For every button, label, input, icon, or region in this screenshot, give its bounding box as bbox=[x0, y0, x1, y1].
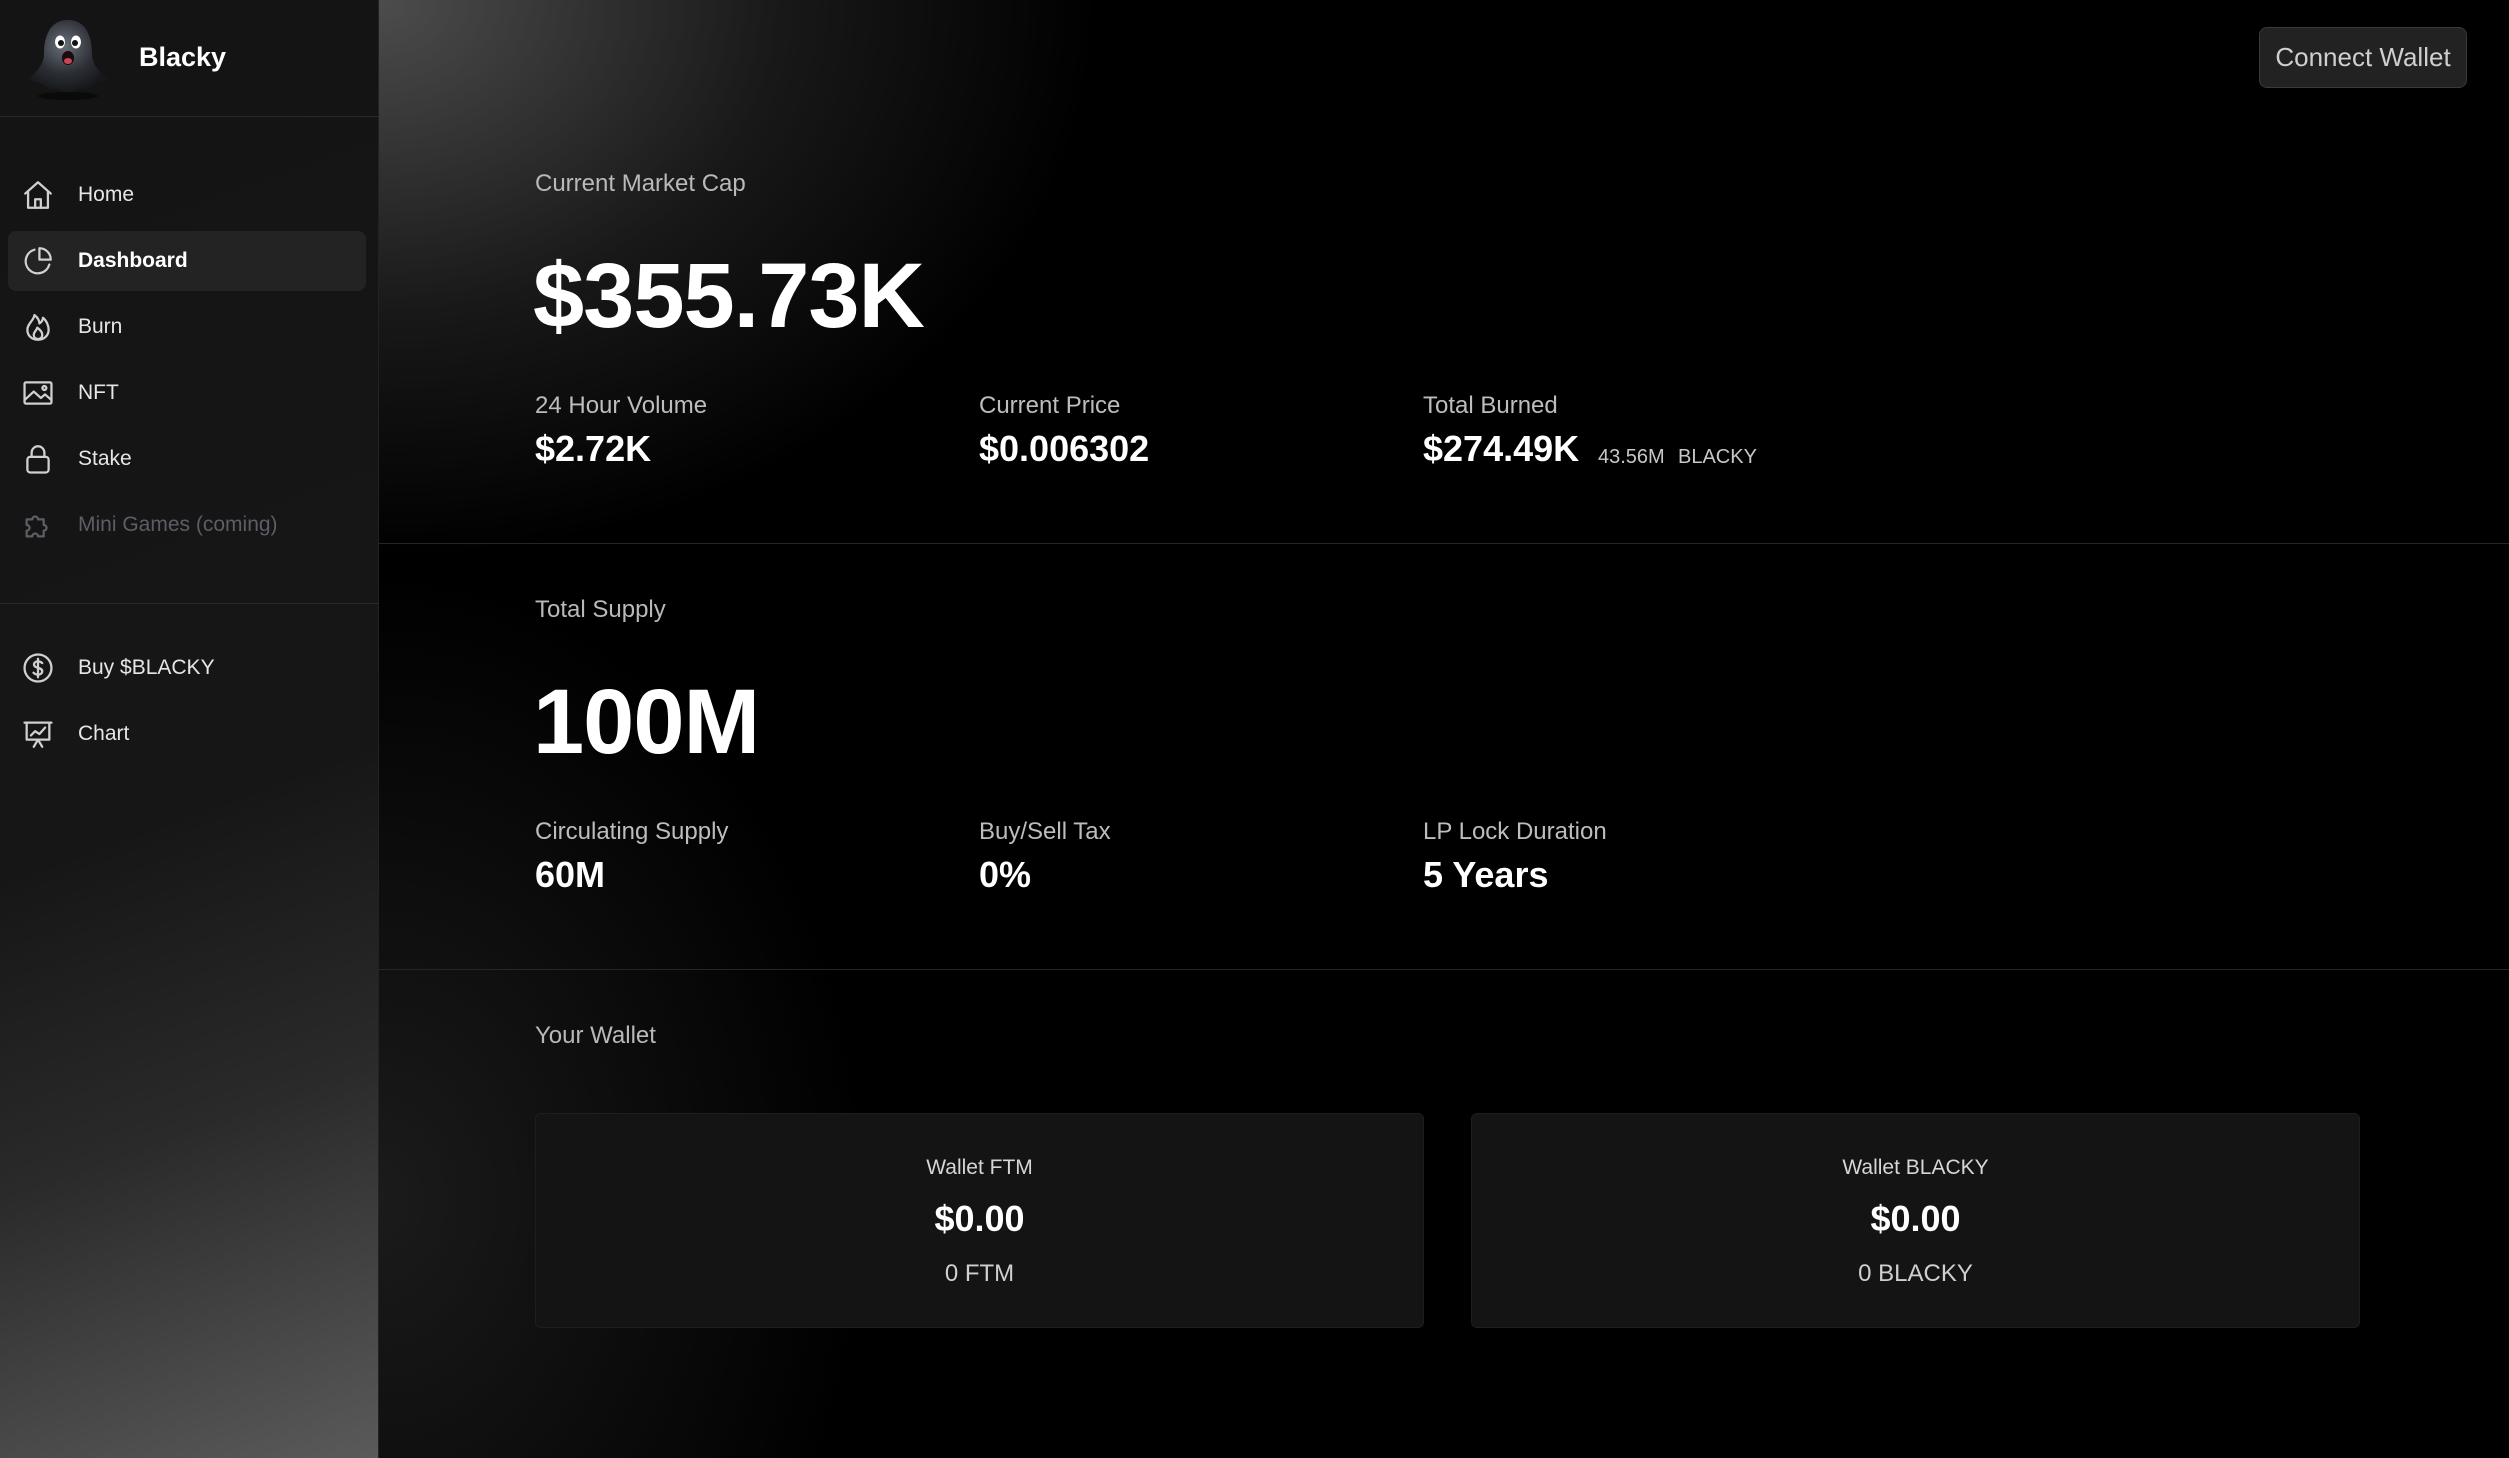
market-cap-label: Current Market Cap bbox=[535, 170, 746, 197]
brand-header[interactable]: Blacky bbox=[0, 0, 379, 117]
wallet-ftm-card: Wallet FTM $0.00 0 FTM bbox=[535, 1113, 1424, 1328]
price-value: $0.006302 bbox=[979, 428, 1150, 469]
wallet-card-value: $0.00 bbox=[1870, 1198, 1961, 1239]
wallet-card-label: Wallet BLACKY bbox=[1842, 1156, 1989, 1179]
burned-token-unit: BLACKY bbox=[1678, 446, 1757, 468]
image-icon bbox=[21, 376, 55, 410]
sidebar-item-mini-games[interactable]: Mini Games (coming) bbox=[8, 495, 366, 555]
sidebar-item-label: Stake bbox=[78, 447, 132, 470]
sidebar-item-home[interactable]: Home bbox=[8, 165, 366, 225]
brand-name: Blacky bbox=[139, 42, 227, 72]
sidebar-item-label: Dashboard bbox=[78, 249, 188, 272]
section-divider bbox=[379, 543, 2509, 544]
flame-icon bbox=[21, 310, 55, 344]
wallet-card-amount: 0 BLACKY bbox=[1858, 1260, 1973, 1287]
sidebar-item-stake[interactable]: Stake bbox=[8, 429, 366, 489]
ghost-logo-icon bbox=[22, 14, 114, 100]
price-label: Current Price bbox=[979, 392, 1121, 419]
burned-token-amount: 43.56M bbox=[1598, 446, 1665, 468]
volume-value: $2.72K bbox=[535, 428, 652, 469]
pie-chart-icon bbox=[21, 244, 55, 278]
tax-label: Buy/Sell Tax bbox=[979, 818, 1111, 845]
sidebar-item-label: Buy $BLACKY bbox=[78, 656, 215, 679]
wallet-card-amount: 0 FTM bbox=[944, 1260, 1015, 1287]
section-divider bbox=[379, 969, 2509, 970]
sidebar-item-burn[interactable]: Burn bbox=[8, 297, 366, 357]
sidebar-item-label: Burn bbox=[78, 315, 123, 338]
lock-icon bbox=[21, 442, 55, 476]
sidebar-item-chart[interactable]: Chart bbox=[8, 704, 366, 764]
total-supply-value: 100M bbox=[533, 671, 760, 773]
volume-label: 24 Hour Volume bbox=[535, 392, 708, 419]
circulating-supply-label: Circulating Supply bbox=[535, 818, 729, 845]
main-content: Connect Wallet Current Market Cap $355.7… bbox=[379, 0, 2509, 1458]
puzzle-icon bbox=[21, 508, 55, 542]
sidebar-item-label: Home bbox=[78, 183, 135, 206]
burned-label: Total Burned bbox=[1423, 392, 1558, 419]
sidebar-item-dashboard[interactable]: Dashboard bbox=[8, 231, 366, 291]
sidebar-item-buy-blacky[interactable]: Buy $BLACKY bbox=[8, 638, 366, 698]
sidebar-item-label: Chart bbox=[78, 722, 130, 745]
sidebar-divider bbox=[0, 603, 379, 604]
connect-wallet-button[interactable]: Connect Wallet bbox=[2259, 27, 2467, 88]
sidebar-item-nft[interactable]: NFT bbox=[8, 363, 366, 423]
app: Blacky Home Dashboard Burn NFT Stake Min… bbox=[0, 0, 2509, 1458]
dollar-circle-icon bbox=[21, 651, 55, 685]
sidebar-item-label: NFT bbox=[78, 381, 119, 404]
lp-lock-value: 5 Years bbox=[1423, 854, 1549, 895]
sidebar-item-label: Mini Games (coming) bbox=[78, 513, 278, 536]
tax-value: 0% bbox=[979, 854, 1032, 895]
wallet-card-label: Wallet FTM bbox=[926, 1156, 1033, 1179]
circulating-supply-value: 60M bbox=[535, 854, 606, 895]
sidebar: Blacky Home Dashboard Burn NFT Stake Min… bbox=[0, 0, 379, 1458]
home-icon bbox=[21, 178, 55, 212]
market-cap-value: $355.73K bbox=[533, 245, 925, 347]
lp-lock-label: LP Lock Duration bbox=[1423, 818, 1607, 845]
burned-value: $274.49K bbox=[1423, 428, 1580, 469]
total-supply-label: Total Supply bbox=[535, 596, 666, 623]
wallet-card-value: $0.00 bbox=[934, 1198, 1025, 1239]
wallet-blacky-card: Wallet BLACKY $0.00 0 BLACKY bbox=[1471, 1113, 2360, 1328]
your-wallet-label: Your Wallet bbox=[535, 1022, 656, 1049]
presentation-chart-icon bbox=[21, 717, 55, 751]
